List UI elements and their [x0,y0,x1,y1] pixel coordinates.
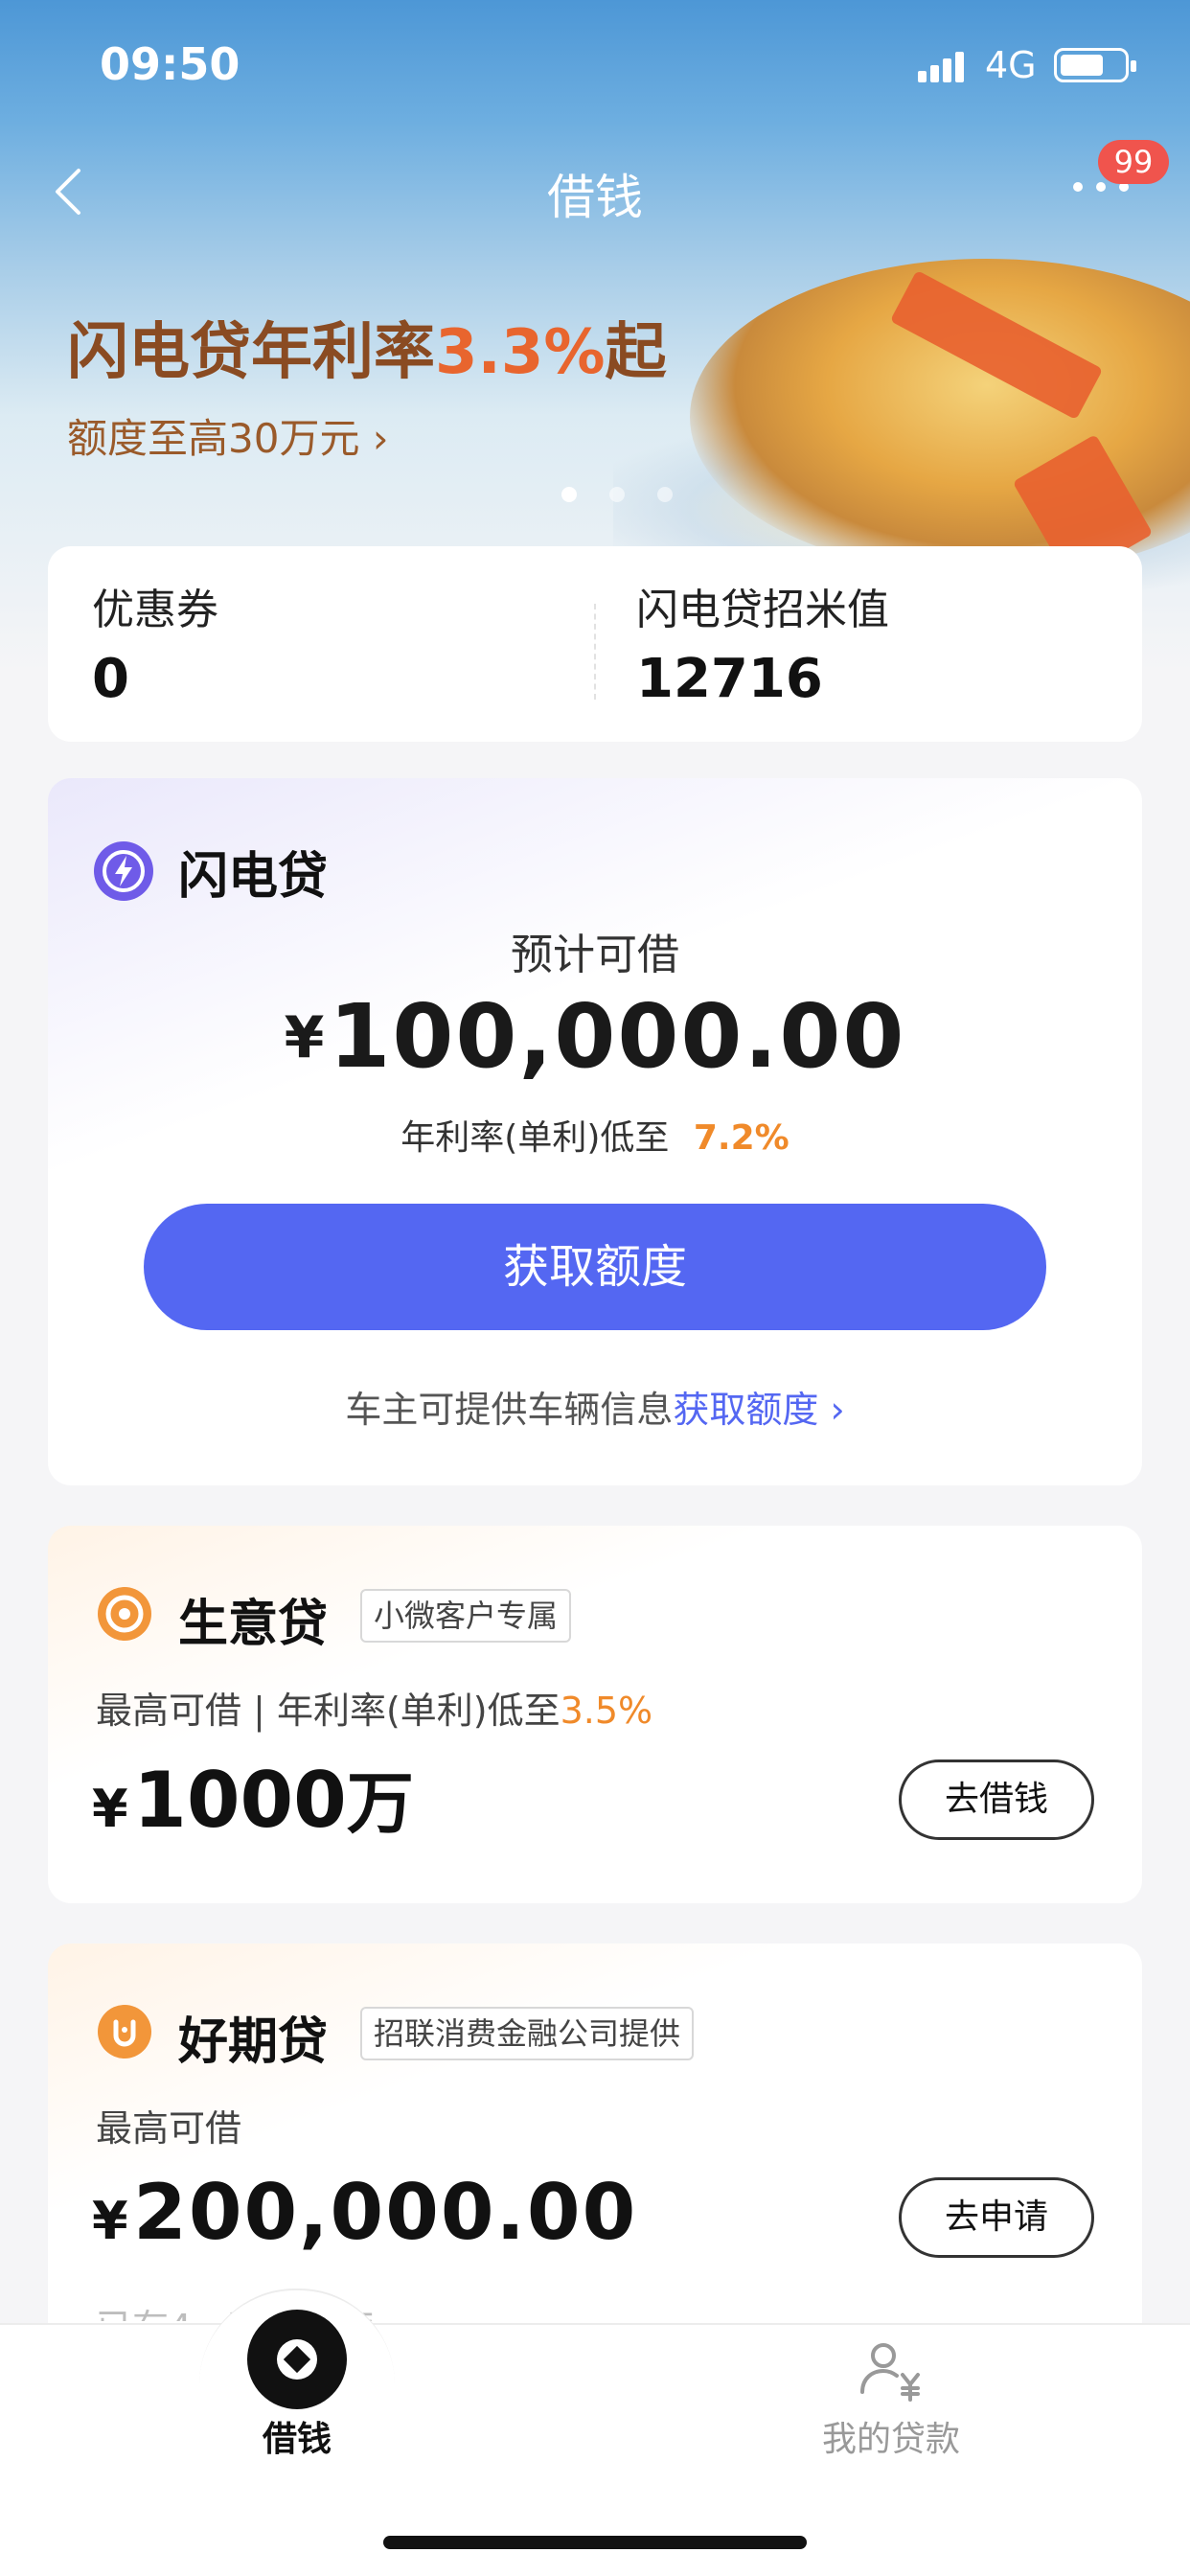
status-time: 09:50 [100,38,240,90]
business-loan-tag: 小微客户专属 [360,1589,572,1643]
banner-title-prefix: 闪电贷年利率 [67,317,435,388]
banner-title-suffix: 起 [605,317,667,388]
tab-borrow[interactable]: 借钱 [182,2411,412,2461]
period-loan-amount: ¥ 200,000.00 [92,2168,637,2257]
tab-my-loans[interactable]: 我的贷款 [776,2411,1006,2461]
borrow-button[interactable]: 去借钱 [899,1760,1094,1840]
currency-symbol: ¥ [284,1004,325,1071]
coupons-stat[interactable]: 优惠券 0 [48,546,594,742]
coupons-value: 0 [92,648,129,710]
get-credit-button[interactable]: 获取额度 [144,1204,1046,1330]
zhaomi-label: 闪电贷招米值 [636,586,889,634]
business-loan-icon [98,1587,151,1641]
estimate-label: 预计可借 [511,931,679,979]
message-badge: 99 [1098,140,1169,184]
carousel-dot-active [561,487,577,502]
lightning-icon [94,841,153,901]
rate-line: 年利率(单利)低至 7.2% [48,1110,1142,1160]
car-tip-text: 车主可提供车辆信息 [345,1389,674,1431]
car-tip-link[interactable]: 获取额度 › [673,1389,844,1431]
tab-borrow-icon[interactable] [247,2310,347,2409]
business-info-prefix: 最高可借 | 年利率(单利)低至 [96,1690,561,1732]
rate-prefix: 年利率(单利)低至 [400,1118,670,1158]
business-loan-info: 最高可借 | 年利率(单利)低至3.5% [96,1681,652,1734]
tab-my-loans-icon[interactable] [855,2338,927,2405]
car-owner-tip: 车主可提供车辆信息获取额度 › [48,1380,1142,1433]
banner-subtitle-link[interactable]: 额度至高30万元 › [67,406,389,465]
currency-symbol: ¥ [92,1779,128,1839]
more-icon[interactable] [1073,182,1131,201]
network-type: 4G [985,44,1037,86]
business-loan-card: 生意贷 小微客户专属 最高可借 | 年利率(单利)低至3.5% ¥ 1000万 … [48,1526,1142,1903]
status-bar: 09:50 4G [0,0,1190,125]
period-loan-info: 最高可借 [96,2107,242,2150]
rate-value: 7.2% [693,1118,790,1158]
business-amount-value: 1000 [133,1756,347,1845]
carousel-dot [609,487,625,502]
business-loan-amount: ¥ 1000万 [92,1750,414,1847]
zhaomi-stat[interactable]: 闪电贷招米值 12716 [596,546,1142,742]
page-title: 借钱 [547,170,643,225]
currency-symbol: ¥ [92,2191,128,2251]
lightning-loan-card: 闪电贷 预计可借 ¥ 100,000.00 年利率(单利)低至 7.2% 获取额… [48,778,1142,1485]
banner-title[interactable]: 闪电贷年利率3.3%起 [67,303,667,391]
period-amount-value: 200,000.00 [133,2168,638,2257]
period-loan-name: 好期贷 [178,2013,329,2071]
banner-title-rate: 3.3% [435,317,606,388]
business-amount-unit: 万 [346,1764,414,1843]
period-loan-card: 好期贷 招联消费金融公司提供 最高可借 ¥ 200,000.00 去申请 [48,1944,1142,2346]
lightning-loan-name: 闪电贷 [178,848,329,906]
business-loan-name: 生意贷 [178,1596,329,1653]
coupons-label: 优惠券 [92,586,218,634]
zhaomi-value: 12716 [636,648,823,710]
period-loan-tag: 招联消费金融公司提供 [360,2007,695,2060]
lightning-amount: ¥ 100,000.00 [48,985,1142,1088]
loan-page: 09:50 4G 借钱 99 闪电贷年利率3.3%起 额度至高30万元 › 优惠… [0,0,1190,2576]
home-indicator[interactable] [383,2536,807,2549]
period-loan-icon [98,2005,151,2058]
battery-icon [1054,48,1136,82]
stats-card: 优惠券 0 闪电贷招米值 12716 [48,546,1142,742]
amount-value: 100,000.00 [329,985,906,1088]
business-rate-value: 3.5% [560,1690,653,1732]
signal-icon [918,50,968,82]
carousel-dot [657,487,673,502]
apply-button[interactable]: 去申请 [899,2177,1094,2258]
